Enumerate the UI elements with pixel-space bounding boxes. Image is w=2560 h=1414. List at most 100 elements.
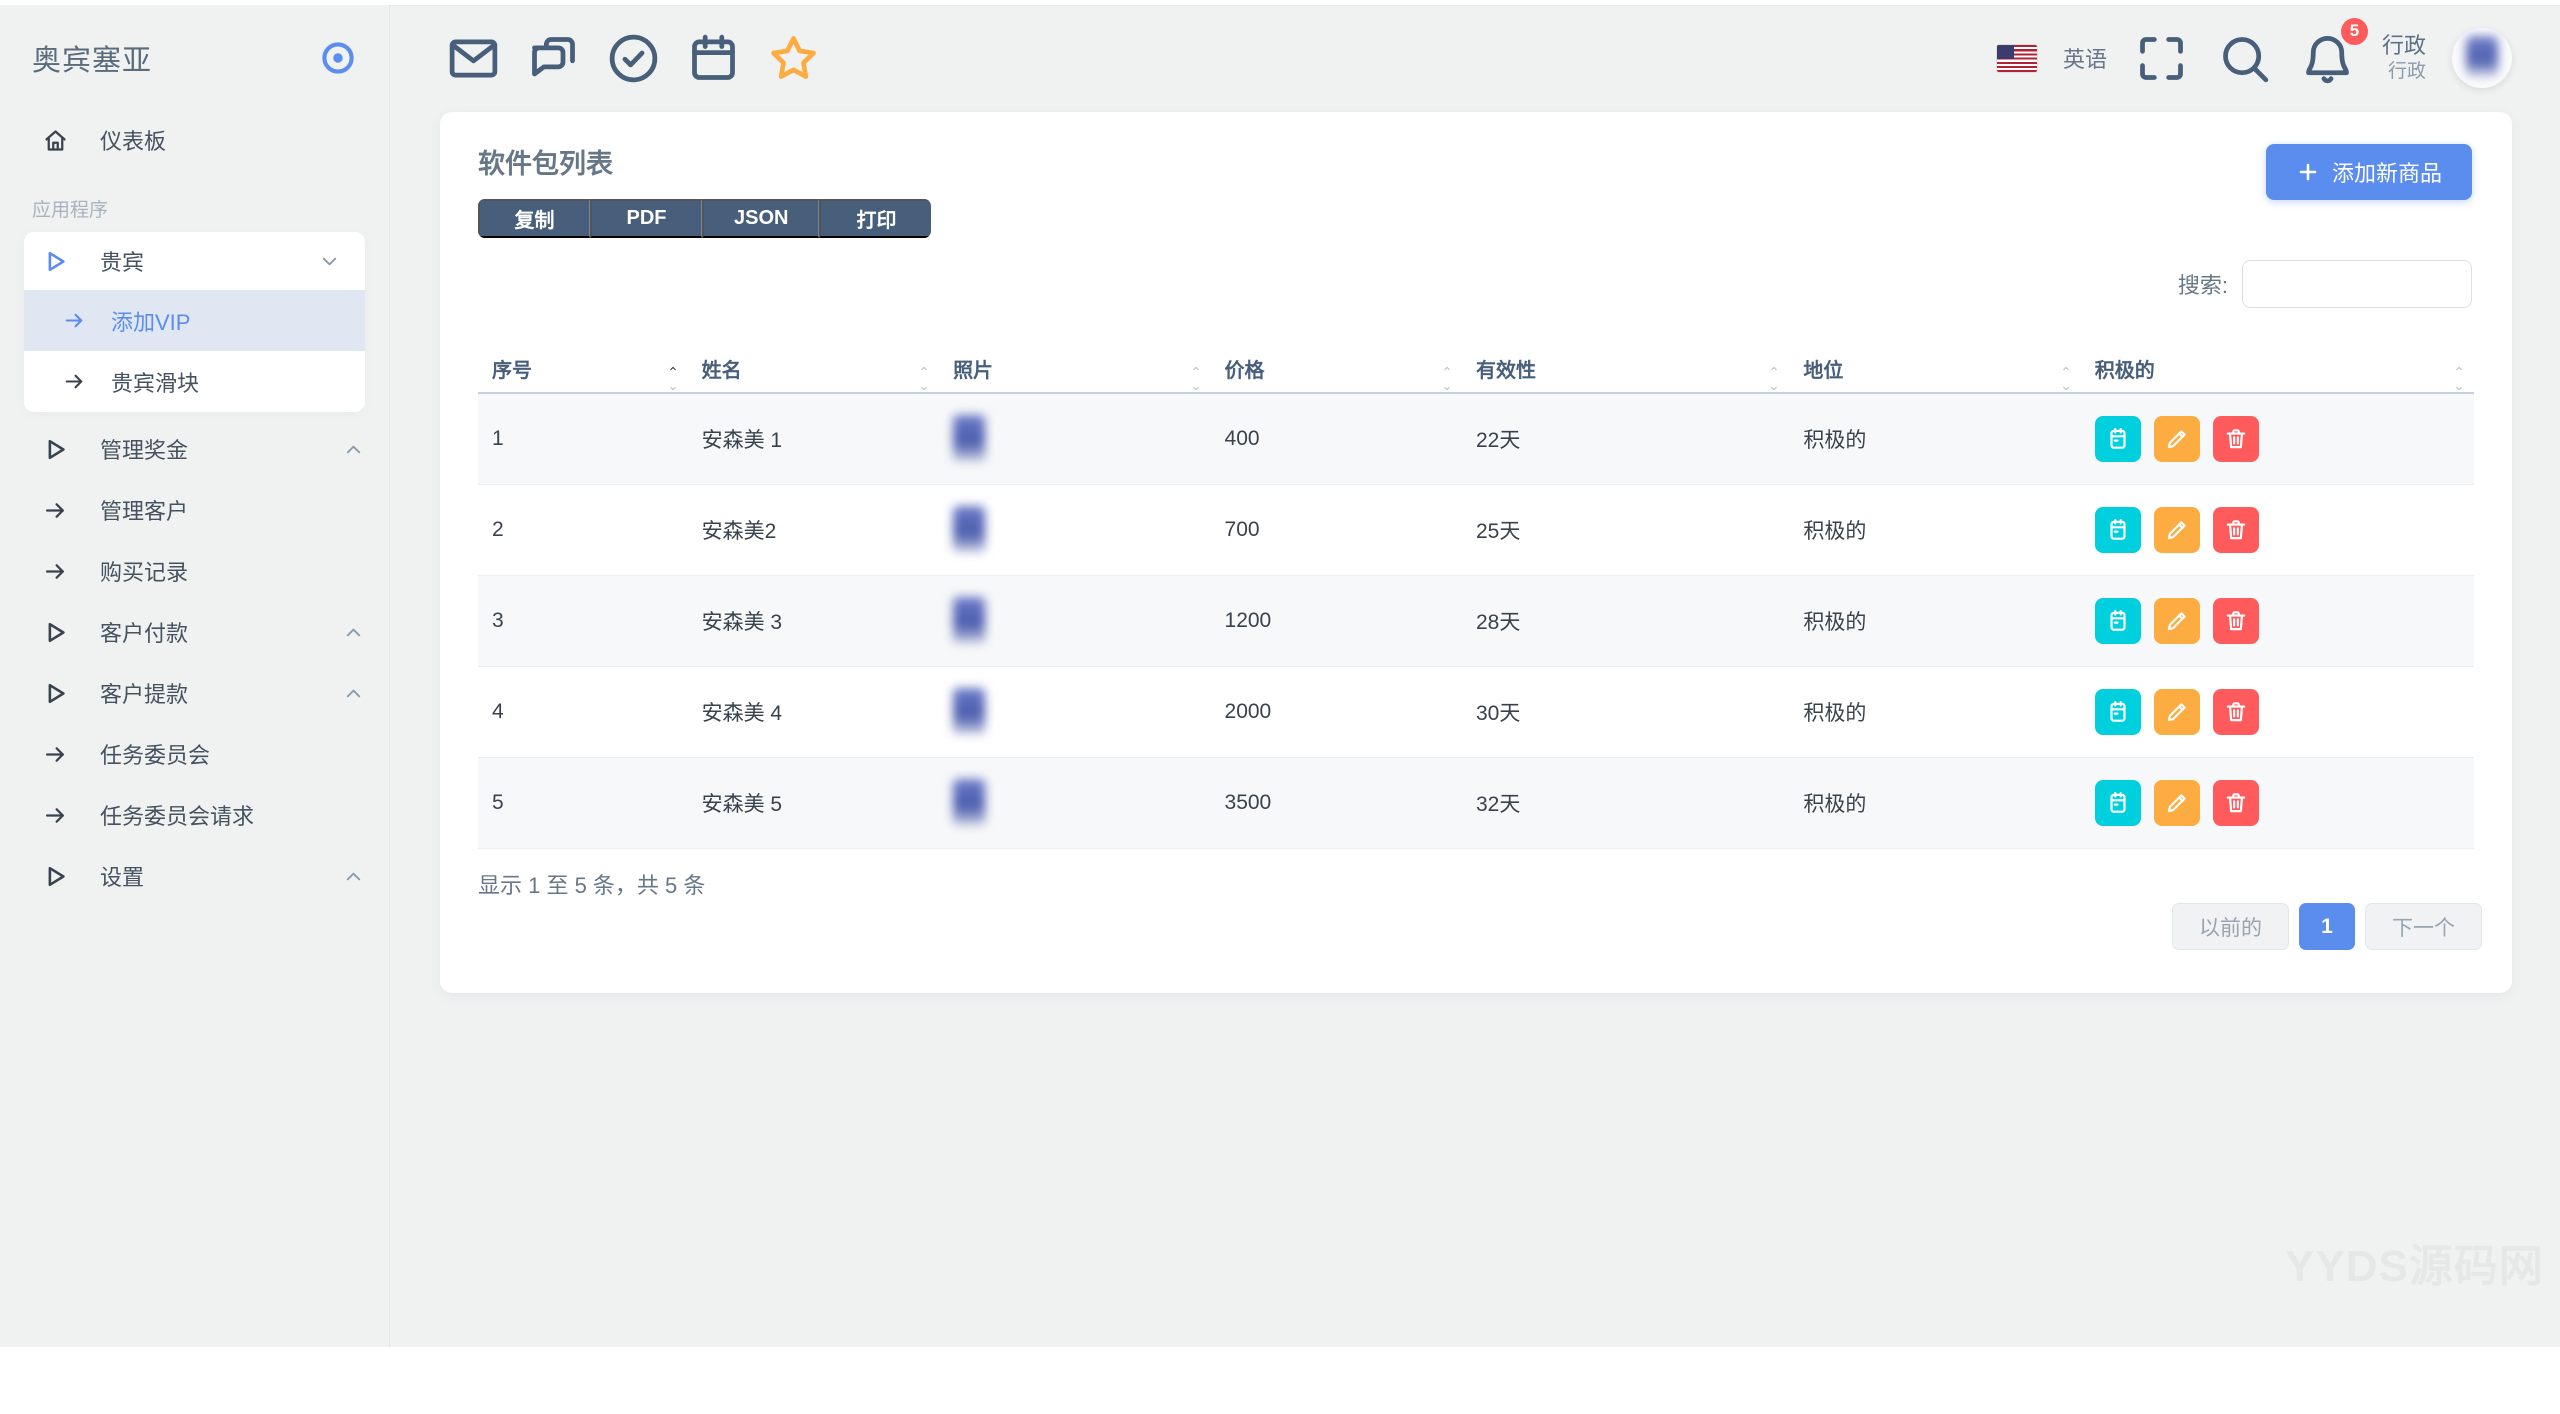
us-flag-icon[interactable] — [1996, 44, 2037, 72]
cell-validity: 30天 — [1462, 666, 1790, 758]
sort-asc-icon — [2452, 356, 2466, 371]
mail-icon[interactable] — [445, 30, 502, 87]
arrow-right-icon — [62, 369, 87, 394]
sort-desc-icon — [1767, 376, 1781, 391]
search-input[interactable] — [2242, 260, 2472, 308]
user-menu[interactable]: 行政 行政 — [2382, 32, 2426, 83]
pagination-previous[interactable]: 以前的 — [2172, 903, 2289, 950]
cell-actions — [2080, 484, 2474, 576]
delete-button[interactable] — [2212, 597, 2259, 644]
pencil-icon — [2164, 426, 2190, 452]
sidebar-item-0[interactable]: 贵宾 — [24, 232, 365, 290]
expand-icon[interactable] — [2133, 30, 2190, 87]
topbar-quick-icons — [445, 5, 822, 111]
photo-thumbnail — [953, 687, 986, 736]
delete-button[interactable] — [2212, 415, 2259, 462]
add-product-button[interactable]: 添加新商品 — [2265, 144, 2472, 200]
target-icon[interactable] — [319, 39, 357, 77]
package-list-card: 软件包列表 复制 PDF JSON 打印 添加新商品 搜索: 序号 姓名 照片 价格 有效性 地… — [440, 112, 2512, 993]
plus-icon — [2296, 160, 2320, 184]
notification-badge: 5 — [2340, 17, 2368, 45]
edit-button[interactable] — [2153, 688, 2200, 735]
language-selector[interactable]: 英语 — [2063, 42, 2107, 74]
cell-name: 安森美 3 — [687, 575, 940, 667]
watermark: YYDS源码网 — [2285, 1242, 2544, 1291]
sidebar-item-7[interactable]: 任务委员会请求 — [0, 786, 389, 844]
column-header[interactable]: 姓名 — [687, 345, 940, 394]
add-product-label: 添加新商品 — [2331, 161, 2442, 186]
column-header[interactable]: 有效性 — [1462, 345, 1790, 394]
cell-photo — [939, 757, 1211, 849]
photo-thumbnail — [953, 596, 986, 645]
delete-button[interactable] — [2212, 506, 2259, 553]
export-button-json[interactable]: JSON — [702, 199, 820, 238]
sidebar-item-1[interactable]: 管理奖金 — [0, 420, 389, 478]
check-circle-icon[interactable] — [605, 30, 662, 87]
column-header[interactable]: 地位 — [1789, 345, 2081, 394]
sidebar-item-2[interactable]: 管理客户 — [0, 481, 389, 539]
column-header[interactable]: 序号 — [478, 345, 688, 394]
notepad-button[interactable] — [2094, 506, 2141, 553]
export-button-打印[interactable]: 打印 — [819, 199, 932, 238]
cell-status: 积极的 — [1789, 484, 2081, 576]
column-header-label: 照片 — [953, 360, 994, 382]
export-button-复制[interactable]: 复制 — [478, 199, 590, 238]
export-button-group: 复制 PDF JSON 打印 — [478, 199, 932, 238]
avatar-image — [2466, 36, 2498, 76]
play-icon — [42, 863, 69, 890]
sidebar-item-8[interactable]: 设置 — [0, 847, 389, 905]
sidebar-item-3[interactable]: 购买记录 — [0, 542, 389, 600]
search-icon[interactable] — [2216, 30, 2273, 87]
sort-asc-icon — [1440, 356, 1454, 371]
export-button-pdf[interactable]: PDF — [590, 199, 702, 238]
sidebar-item-label: 任务委员会请求 — [100, 804, 255, 829]
column-header[interactable]: 积极的 — [2080, 345, 2474, 394]
pagination-page-1[interactable]: 1 — [2299, 903, 2355, 950]
edit-button[interactable] — [2153, 779, 2200, 826]
cell-price: 1200 — [1210, 575, 1462, 667]
notepad-button[interactable] — [2094, 779, 2141, 826]
edit-button[interactable] — [2153, 506, 2200, 553]
cell-serial: 2 — [478, 484, 688, 576]
delete-button[interactable] — [2212, 688, 2259, 735]
page-title: 软件包列表 — [478, 149, 613, 179]
arrow-right-icon — [42, 802, 69, 829]
star-icon[interactable] — [765, 30, 822, 87]
chat-icon[interactable] — [525, 30, 582, 87]
edit-button[interactable] — [2153, 597, 2200, 644]
cell-price: 400 — [1210, 393, 1462, 485]
cell-serial: 1 — [478, 393, 688, 485]
avatar[interactable] — [2452, 28, 2512, 88]
column-header[interactable]: 照片 — [939, 345, 1211, 394]
sort-desc-icon — [1440, 376, 1454, 391]
sidebar-item-label: 贵宾 — [100, 250, 145, 275]
notepad-button[interactable] — [2094, 688, 2141, 735]
photo-thumbnail — [953, 778, 986, 827]
trash-icon — [2223, 790, 2249, 816]
table-row: 1 安森美 1 400 22天 积极的 — [478, 393, 2474, 485]
cell-name: 安森美 5 — [687, 757, 940, 849]
play-icon — [42, 680, 69, 707]
arrow-right-icon — [42, 497, 69, 524]
sidebar-item-dashboard[interactable]: 仪表板 — [0, 111, 389, 169]
bell-icon[interactable]: 5 — [2299, 17, 2368, 87]
notepad-button[interactable] — [2094, 415, 2141, 462]
sidebar-item-5[interactable]: 客户提款 — [0, 664, 389, 722]
pagination-next[interactable]: 下一个 — [2365, 903, 2482, 950]
cell-status: 积极的 — [1789, 393, 2081, 485]
cell-validity: 32天 — [1462, 757, 1790, 849]
sidebar-item-4[interactable]: 客户付款 — [0, 603, 389, 661]
table-row: 5 安森美 5 3500 32天 积极的 — [478, 757, 2474, 849]
sidebar-item-6[interactable]: 任务委员会 — [0, 725, 389, 783]
sidebar-subitem-0-1[interactable]: 贵宾滑块 — [24, 351, 365, 412]
column-header[interactable]: 价格 — [1210, 345, 1462, 394]
notepad-button[interactable] — [2094, 597, 2141, 644]
edit-button[interactable] — [2153, 415, 2200, 462]
column-header-label: 地位 — [1803, 360, 1844, 382]
search-label: 搜索: — [2177, 273, 2228, 298]
delete-button[interactable] — [2212, 779, 2259, 826]
sidebar-subitem-0-0[interactable]: 添加VIP — [24, 290, 365, 351]
calendar-icon[interactable] — [685, 30, 742, 87]
sort-desc-icon — [2059, 376, 2073, 391]
column-header-label: 积极的 — [2094, 360, 2155, 382]
